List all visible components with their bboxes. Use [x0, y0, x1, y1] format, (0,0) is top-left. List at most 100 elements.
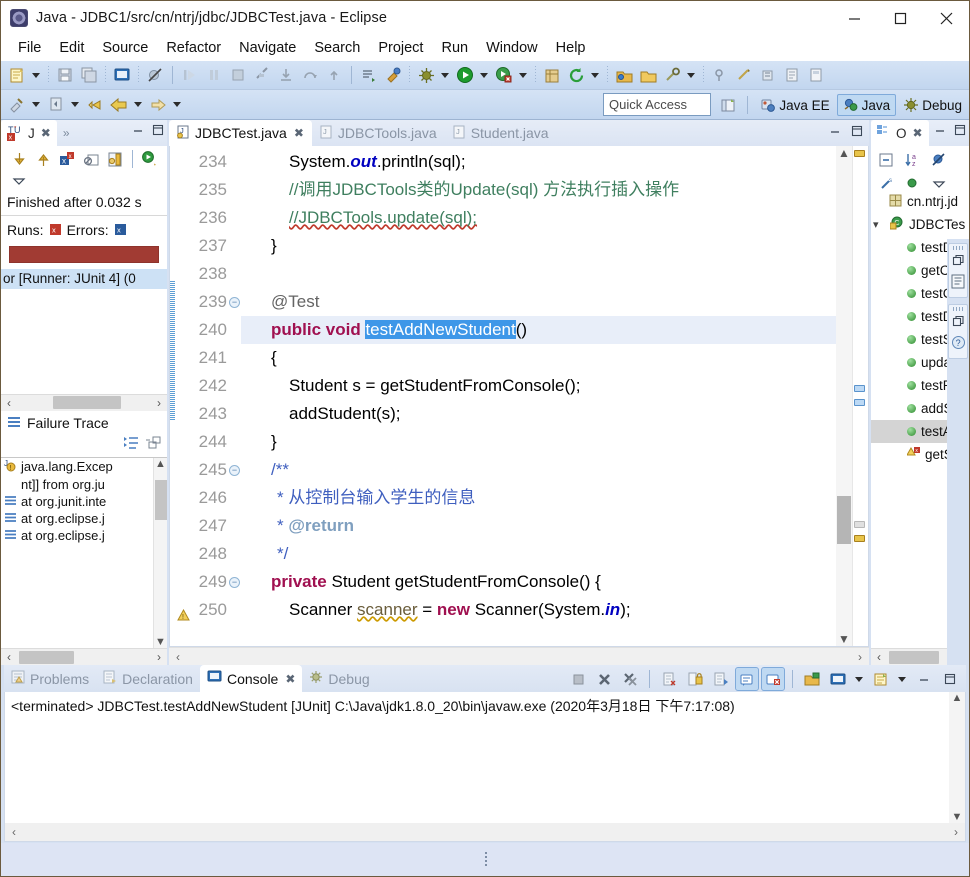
- run-last-tool-icon[interactable]: [358, 64, 380, 86]
- outline-hscroll-thumb[interactable]: [889, 650, 939, 664]
- search-icon[interactable]: [661, 64, 683, 86]
- open-perspective-icon[interactable]: [6, 94, 28, 116]
- maximize-button[interactable]: [877, 1, 923, 35]
- editor-line-number-gutter[interactable]: 234 235 236 237 238 239 − 240 241 242 24…: [175, 146, 240, 646]
- junit-results-tree[interactable]: or [Runner: JUnit 4] (0: [1, 269, 167, 394]
- minimize-button[interactable]: [831, 1, 877, 35]
- collapse-all-icon[interactable]: [876, 149, 898, 171]
- menu-window[interactable]: Window: [477, 38, 547, 58]
- junit-result-row[interactable]: or [Runner: JUnit 4] (0: [1, 269, 167, 289]
- editor-hscroll-left-icon[interactable]: ‹: [169, 650, 187, 664]
- code-selected-text[interactable]: testAddNewStudent: [365, 320, 516, 339]
- trace-item[interactable]: at org.eclipse.j: [1, 527, 167, 544]
- trace-scroll-up-icon[interactable]: ▲: [155, 458, 166, 470]
- search-dropdown-icon[interactable]: [684, 64, 697, 86]
- editor-minimize-icon[interactable]: [829, 124, 841, 142]
- perspective-java-ee[interactable]: Java EE: [755, 95, 834, 115]
- menu-project[interactable]: Project: [369, 38, 432, 58]
- filter-stack-trace-icon[interactable]: [123, 436, 139, 455]
- external-tools-icon[interactable]: [382, 64, 404, 86]
- menu-edit[interactable]: Edit: [50, 38, 93, 58]
- editor-annotation-ruler[interactable]: [852, 146, 868, 646]
- refresh-icon[interactable]: [565, 64, 587, 86]
- run-dropdown-icon[interactable]: [477, 64, 490, 86]
- terminate-console-icon[interactable]: [567, 668, 589, 690]
- editor-body[interactable]: 234 235 236 237 238 239 − 240 241 242 24…: [169, 146, 869, 647]
- next-annotation-icon[interactable]: [733, 64, 755, 86]
- toggle-mark-occurrences-icon[interactable]: [757, 64, 779, 86]
- debug-launch-icon[interactable]: [415, 64, 437, 86]
- display-console-dropdown-icon[interactable]: [852, 668, 865, 690]
- save-all-icon[interactable]: [78, 64, 100, 86]
- skip-breakpoints-icon[interactable]: [144, 64, 166, 86]
- tab-problems[interactable]: Problems: [4, 665, 96, 692]
- refresh-dropdown-icon[interactable]: [588, 64, 601, 86]
- tab-declaration[interactable]: Declaration: [96, 665, 200, 692]
- restore-view-icon[interactable]: [952, 253, 964, 271]
- console-hscrollbar[interactable]: ‹ ›: [5, 823, 965, 841]
- open-perspective-dropdown-icon[interactable]: [29, 94, 42, 116]
- drag-grip[interactable]: [953, 307, 963, 311]
- display-console-icon[interactable]: [827, 668, 849, 690]
- remove-all-launches-icon[interactable]: [619, 668, 641, 690]
- junit-tree-scroll-left-icon[interactable]: ‹: [1, 396, 17, 410]
- open-resource-icon[interactable]: [637, 64, 659, 86]
- console-toggle-icon[interactable]: [111, 64, 133, 86]
- menu-file[interactable]: File: [9, 38, 50, 58]
- console-hscroll-right-icon[interactable]: ›: [947, 825, 965, 839]
- trace-hscroll-thumb[interactable]: [19, 650, 74, 664]
- ruler-change-marker[interactable]: [854, 521, 865, 528]
- block-selection-icon[interactable]: [805, 64, 827, 86]
- console-minimize-icon[interactable]: [913, 668, 935, 690]
- resume-icon[interactable]: [179, 64, 201, 86]
- warning-marker-icon[interactable]: !: [177, 603, 190, 621]
- trace-scroll-right-icon[interactable]: ›: [151, 650, 167, 664]
- previous-edit-location-icon[interactable]: [45, 94, 67, 116]
- outline-scroll-left-icon[interactable]: ‹: [871, 650, 887, 664]
- failure-trace-vscrollbar[interactable]: ▲ ▼: [153, 457, 167, 648]
- tab-outline-close-icon[interactable]: ✖: [913, 126, 923, 140]
- outline-maximize-icon[interactable]: [954, 123, 966, 141]
- ruler-occurrence-marker[interactable]: [854, 399, 865, 406]
- remove-launch-icon[interactable]: [593, 668, 615, 690]
- failure-trace-hscrollbar[interactable]: ‹ ›: [1, 648, 167, 665]
- editor-hscrollbar[interactable]: ‹ ›: [169, 647, 869, 665]
- menu-source[interactable]: Source: [93, 38, 157, 58]
- forward-icon[interactable]: [147, 94, 169, 116]
- junit-minimize-icon[interactable]: [132, 123, 144, 141]
- new-console-dropdown-icon[interactable]: [895, 668, 908, 690]
- trace-scroll-left-icon[interactable]: ‹: [1, 650, 17, 664]
- trace-item[interactable]: at org.junit.intе: [1, 493, 167, 510]
- display-selected-console-icon[interactable]: [735, 667, 759, 691]
- step-return-icon[interactable]: [323, 64, 345, 86]
- menu-navigate[interactable]: Navigate: [230, 38, 305, 58]
- ruler-warning-marker[interactable]: [854, 535, 865, 542]
- trace-scroll-thumb[interactable]: [155, 479, 167, 520]
- tab-junit[interactable]: x T U * J ✖: [1, 120, 57, 146]
- editor-tab-close-icon[interactable]: ✖: [294, 126, 304, 140]
- trace-scroll-down-icon[interactable]: ▼: [155, 636, 166, 648]
- perspective-debug[interactable]: Debug: [898, 95, 967, 115]
- suspend-icon[interactable]: [203, 64, 225, 86]
- junit-tree-scroll-right-icon[interactable]: ›: [151, 396, 167, 410]
- junit-maximize-icon[interactable]: [152, 123, 164, 141]
- save-icon[interactable]: [54, 64, 76, 86]
- debug-dropdown-icon[interactable]: [438, 64, 451, 86]
- show-whitespace-icon[interactable]: [781, 64, 803, 86]
- open-console-icon[interactable]: [801, 668, 823, 690]
- menu-refactor[interactable]: Refactor: [157, 38, 230, 58]
- previous-failure-icon[interactable]: [32, 148, 54, 170]
- console-vscrollbar[interactable]: ▲ ▼: [949, 692, 965, 823]
- console-hscroll-left-icon[interactable]: ‹: [5, 825, 23, 839]
- junit-tree-scroll-thumb[interactable]: [53, 396, 121, 409]
- failure-trace-list[interactable]: J! java.lang.Excep nt]] from org.ju at o…: [1, 457, 167, 648]
- open-type-icon[interactable]: [613, 64, 635, 86]
- previous-annotation-icon[interactable]: [709, 64, 731, 86]
- run-coverage-icon[interactable]: [493, 64, 515, 86]
- open-perspective-button[interactable]: [717, 94, 739, 116]
- rerun-test-icon[interactable]: [104, 148, 126, 170]
- disconnect-icon[interactable]: [251, 64, 273, 86]
- rerun-failed-tests-icon[interactable]: [139, 148, 161, 170]
- editor-scroll-up-icon[interactable]: ▲: [838, 146, 850, 160]
- drag-grip[interactable]: [953, 246, 963, 250]
